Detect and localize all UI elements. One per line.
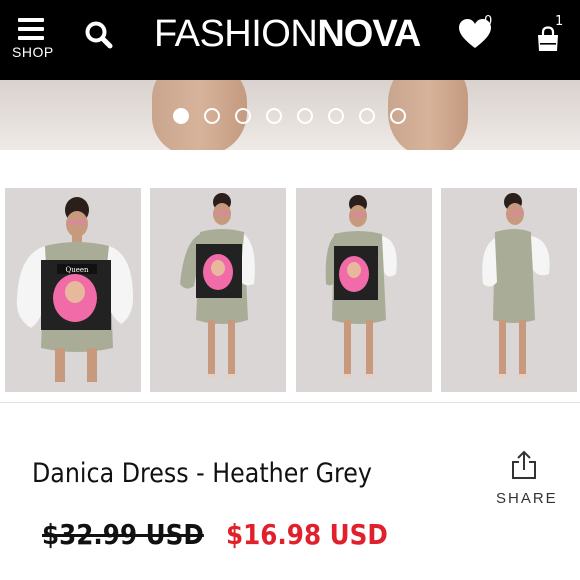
search-button[interactable] xyxy=(84,20,114,50)
product-thumbnail-4[interactable] xyxy=(441,188,577,392)
model-photo-front-2 xyxy=(150,188,286,392)
wishlist-count: 0 xyxy=(484,14,493,29)
cart-count: 1 xyxy=(555,14,564,29)
carousel-dot[interactable] xyxy=(204,108,220,124)
section-divider xyxy=(0,402,580,403)
model-photo-front: Queen xyxy=(5,188,141,392)
model-photo-side xyxy=(441,188,577,392)
sale-price: $16.98 USD xyxy=(226,518,388,551)
cart-button[interactable] xyxy=(536,26,564,54)
svg-text:Queen: Queen xyxy=(65,266,89,274)
carousel-dot[interactable] xyxy=(173,108,189,124)
carousel-dot[interactable] xyxy=(390,108,406,124)
share-icon xyxy=(512,450,536,479)
thumbnail-gallery: Queen xyxy=(0,150,580,402)
carousel-dot[interactable] xyxy=(266,108,282,124)
logo-text-bold: NOVA xyxy=(317,13,421,55)
logo-text-light: FASHION xyxy=(154,13,318,55)
carousel-dot[interactable] xyxy=(235,108,251,124)
fashion-nova-logo[interactable]: FASHIONNOVA xyxy=(154,13,421,55)
shopping-bag-icon xyxy=(538,26,558,51)
product-thumbnail-3[interactable] xyxy=(296,188,432,392)
original-price: $32.99 USD xyxy=(42,518,204,551)
carousel-dot[interactable] xyxy=(328,108,344,124)
hamburger-menu-icon xyxy=(18,18,44,40)
top-nav-bar: SHOP FASHIONNOVA 0 1 xyxy=(0,0,580,80)
product-thumbnail-2[interactable] xyxy=(150,188,286,392)
carousel-dot[interactable] xyxy=(359,108,375,124)
shop-label: SHOP xyxy=(12,44,54,60)
share-label: SHARE xyxy=(496,490,558,507)
share-button[interactable]: SHARE xyxy=(496,450,558,510)
product-thumbnail-1[interactable]: Queen xyxy=(5,188,141,392)
carousel-dot[interactable] xyxy=(297,108,313,124)
product-image-carousel[interactable] xyxy=(0,80,580,150)
model-photo-front-3 xyxy=(296,188,432,392)
product-title: Danica Dress - Heather Grey xyxy=(32,458,372,489)
search-icon xyxy=(85,21,113,49)
hero-image-leg-left xyxy=(152,80,247,150)
shop-menu-button[interactable]: SHOP xyxy=(12,14,54,64)
